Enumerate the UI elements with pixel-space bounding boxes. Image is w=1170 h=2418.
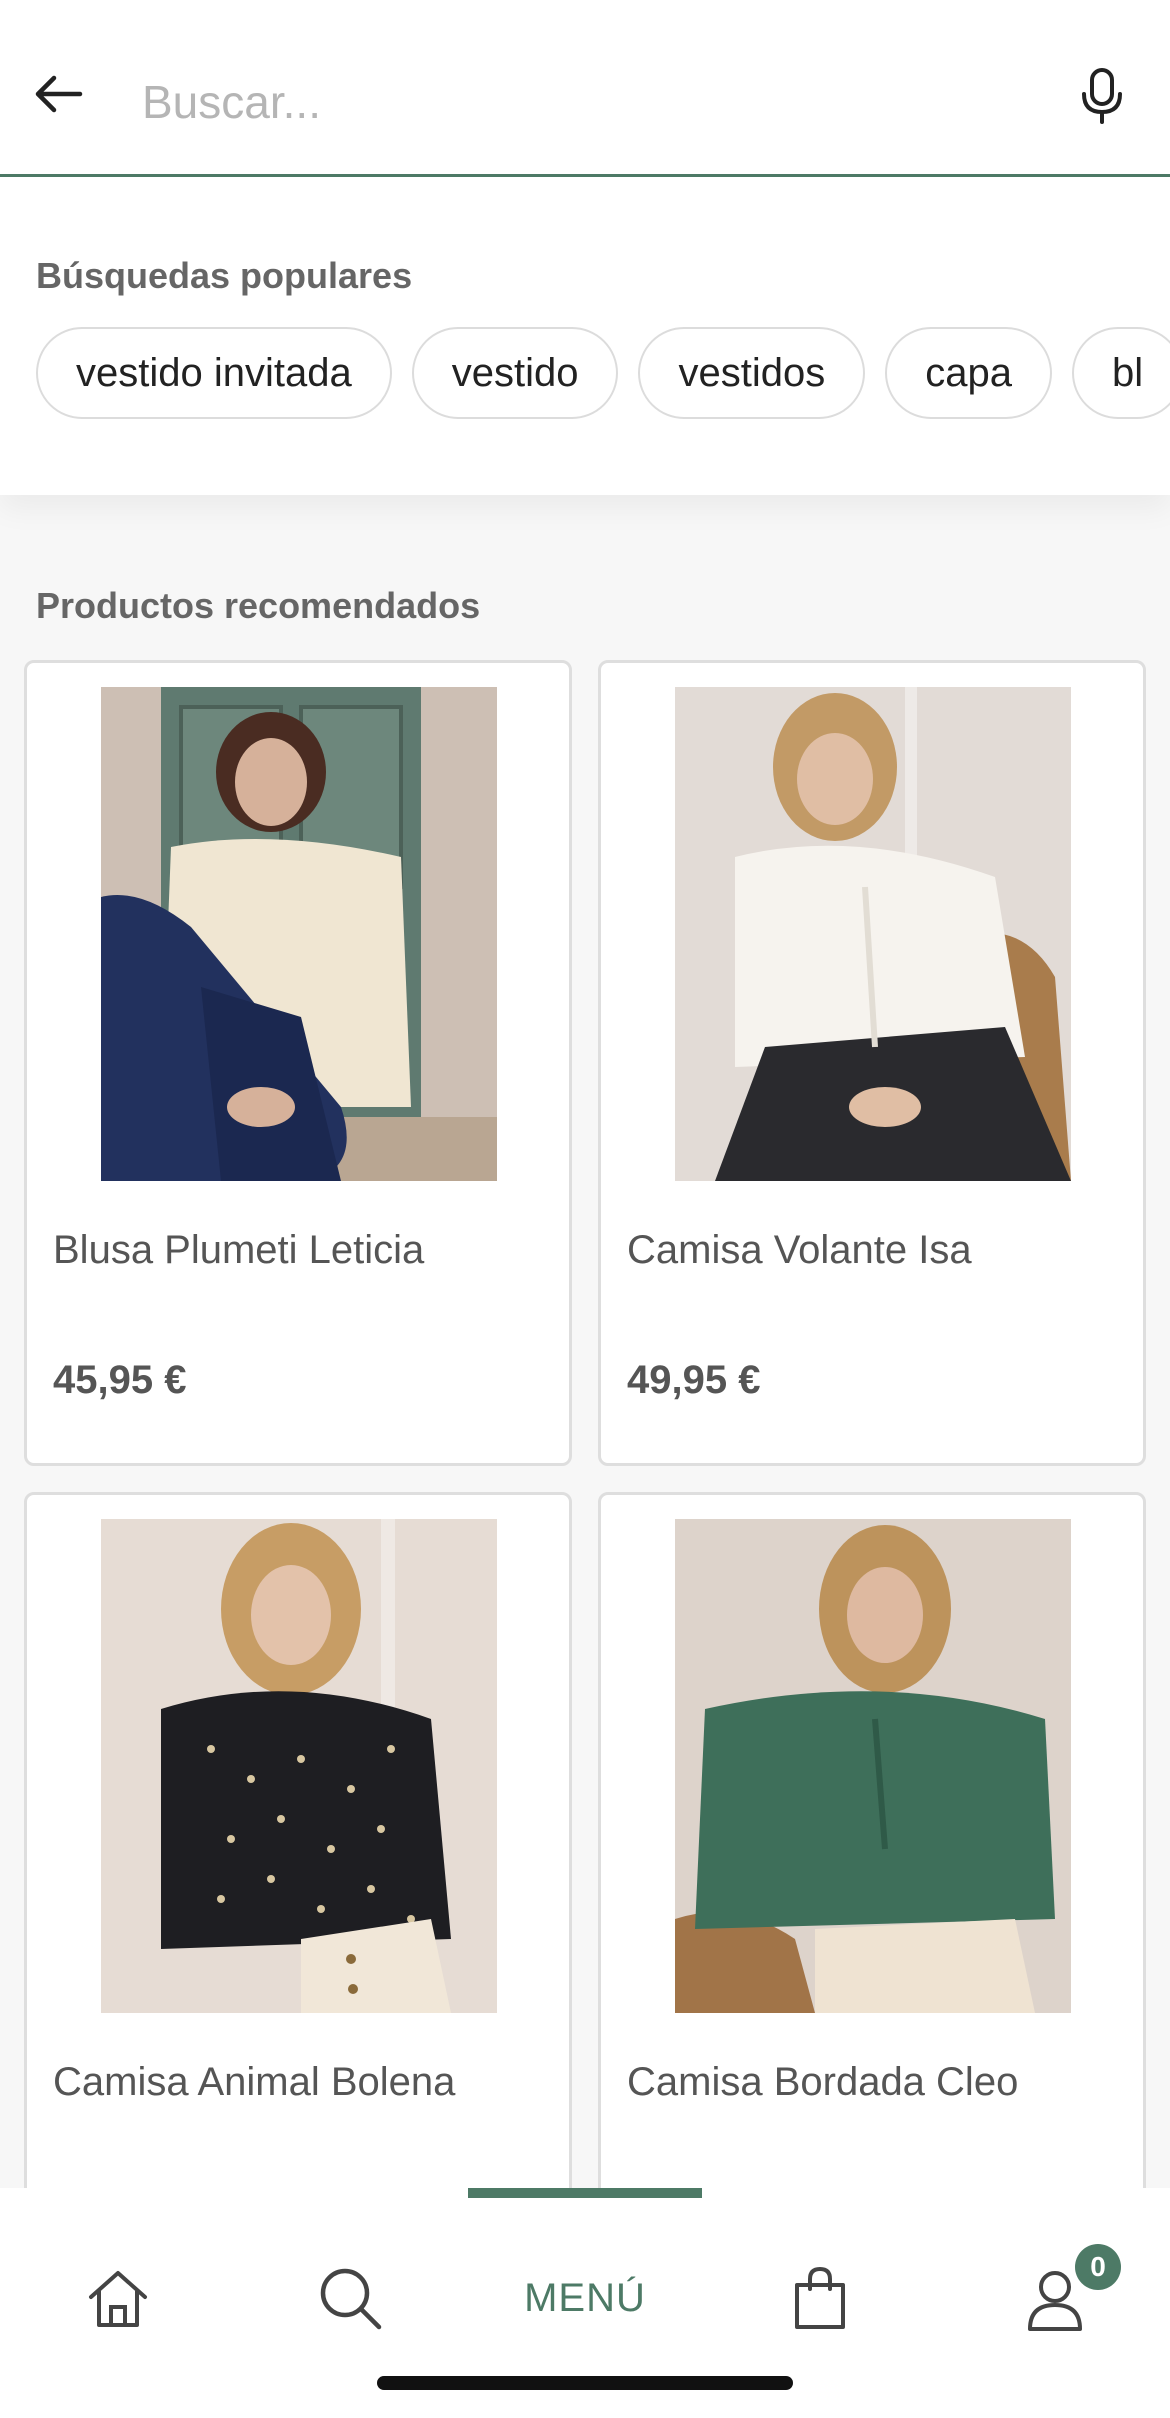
product-price: 49,95 €: [627, 1358, 761, 1402]
search-chip[interactable]: vestidos: [638, 327, 866, 419]
product-image: [675, 1519, 1071, 2013]
notification-badge: 0: [1075, 2244, 1121, 2290]
search-chip[interactable]: vestido invitada: [36, 327, 392, 419]
product-name: Blusa Plumeti Leticia: [53, 1228, 425, 1272]
menu-tab[interactable]: MENÚ: [515, 2236, 655, 2360]
product-price: 45,95 €: [53, 1358, 187, 1402]
search-bar: [0, 0, 1170, 177]
popular-searches-chips: vestido invitada vestido vestidos capa b…: [36, 327, 1170, 419]
popular-searches-section: Búsquedas populares vestido invitada ves…: [0, 177, 1170, 495]
search-icon[interactable]: [280, 2236, 420, 2360]
microphone-icon[interactable]: [1070, 64, 1134, 128]
account-icon[interactable]: 0: [985, 2236, 1125, 2360]
product-image: [101, 1519, 497, 2013]
product-card[interactable]: Camisa Volante Isa 49,95 €: [598, 660, 1146, 1466]
search-chip[interactable]: vestido: [411, 327, 619, 419]
product-name: Camisa Volante Isa: [627, 1228, 972, 1272]
product-card[interactable]: Blusa Plumeti Leticia 45,95 €: [24, 660, 572, 1466]
active-tab-indicator: [468, 2188, 702, 2198]
home-icon[interactable]: [48, 2236, 188, 2360]
search-chip[interactable]: capa: [885, 327, 1052, 419]
recommended-products-title: Productos recomendados: [36, 585, 481, 626]
product-image: [675, 687, 1071, 1181]
product-image: [101, 687, 497, 1181]
popular-searches-title: Búsquedas populares: [36, 255, 413, 296]
search-input[interactable]: [140, 60, 1024, 144]
product-name: Camisa Animal Bolena: [53, 2060, 456, 2104]
bag-icon[interactable]: [750, 2236, 890, 2360]
menu-label: MENÚ: [524, 2275, 646, 2320]
search-chip[interactable]: bl: [1071, 327, 1170, 419]
home-indicator: [377, 2376, 793, 2390]
product-name: Camisa Bordada Cleo: [627, 2060, 1019, 2104]
back-arrow-icon[interactable]: [28, 62, 92, 126]
